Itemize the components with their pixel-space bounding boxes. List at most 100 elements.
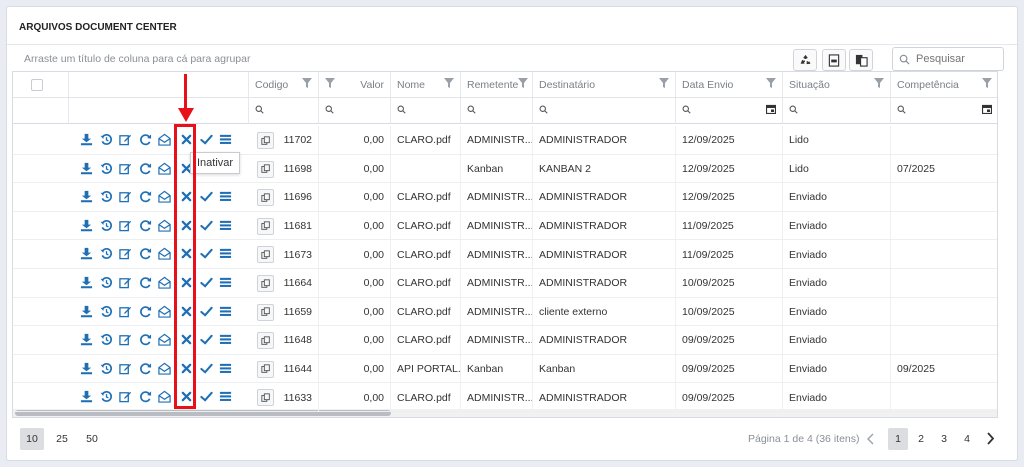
filter-valor[interactable] (319, 98, 391, 124)
edit-icon[interactable] (119, 305, 132, 318)
email-open-icon[interactable] (158, 362, 171, 375)
download-icon[interactable] (80, 305, 93, 318)
download-icon[interactable] (80, 190, 93, 203)
filter-funnel-icon[interactable] (325, 78, 335, 91)
page-size-10[interactable]: 10 (20, 428, 44, 450)
page-3-button[interactable]: 3 (934, 428, 954, 450)
history-icon[interactable] (100, 133, 113, 146)
download-icon[interactable] (80, 362, 93, 375)
refresh-icon[interactable] (139, 305, 152, 318)
table-row[interactable]: 11633 0,00 CLARO.pdf ADMINISTR... ADMINISTRA… (13, 383, 997, 412)
list-icon[interactable] (219, 190, 232, 203)
check-icon[interactable] (200, 333, 213, 346)
edit-icon[interactable] (119, 247, 132, 260)
download-icon[interactable] (80, 247, 93, 260)
email-open-icon[interactable] (158, 133, 171, 146)
filter-data-envio[interactable] (676, 98, 783, 124)
check-icon[interactable] (200, 276, 213, 289)
list-icon[interactable] (219, 333, 232, 346)
filter-funnel-icon[interactable] (444, 78, 454, 91)
header-destinatario[interactable]: Destinatário (533, 72, 676, 98)
filter-competencia[interactable] (891, 98, 997, 124)
header-data-envio[interactable]: Data Envio (676, 72, 783, 98)
filter-destinatario[interactable] (533, 98, 676, 124)
history-icon[interactable] (100, 190, 113, 203)
page-4-button[interactable]: 4 (957, 428, 977, 450)
chevron-right-icon[interactable] (985, 432, 995, 445)
edit-icon[interactable] (119, 333, 132, 346)
refresh-icon[interactable] (139, 247, 152, 260)
header-remetente[interactable]: Remetente (461, 72, 533, 98)
recycle-button[interactable] (793, 49, 817, 71)
check-icon[interactable] (200, 190, 213, 203)
table-row[interactable]: 11664 0,00 CLARO.pdf ADMINISTR... ADMINISTRA… (13, 269, 997, 298)
list-icon[interactable] (219, 276, 232, 289)
refresh-icon[interactable] (139, 276, 152, 289)
email-open-icon[interactable] (158, 190, 171, 203)
check-icon[interactable] (200, 390, 213, 403)
calendar-icon[interactable] (981, 104, 993, 117)
history-icon[interactable] (100, 276, 113, 289)
email-open-icon[interactable] (158, 305, 171, 318)
email-open-icon[interactable] (158, 333, 171, 346)
filter-codigo[interactable] (249, 98, 319, 124)
header-actions[interactable] (69, 72, 249, 98)
select-all-checkbox[interactable] (31, 78, 43, 91)
refresh-icon[interactable] (139, 219, 152, 232)
header-nome[interactable]: Nome (391, 72, 461, 98)
filter-funnel-icon[interactable] (874, 78, 884, 91)
email-open-icon[interactable] (158, 162, 171, 175)
history-icon[interactable] (100, 362, 113, 375)
table-row[interactable]: 11698 0,00 Kanban KANBAN 2 12/09/2025 Lido 07/… (13, 154, 997, 184)
chevron-left-icon[interactable] (866, 433, 876, 445)
table-row[interactable]: 11673 0,00 CLARO.pdf ADMINISTR... ADMINISTRA… (13, 240, 997, 269)
list-icon[interactable] (219, 219, 232, 232)
table-row[interactable]: 11681 0,00 CLARO.pdf ADMINISTR... ADMINISTRA… (13, 211, 997, 241)
table-row[interactable]: 11702 0,00 CLARO.pdf ADMINISTR... ADMINISTRA… (13, 126, 997, 155)
header-competencia[interactable]: Competência (891, 72, 997, 98)
edit-icon[interactable] (119, 390, 132, 403)
refresh-icon[interactable] (139, 333, 152, 346)
email-open-icon[interactable] (158, 276, 171, 289)
download-icon[interactable] (80, 133, 93, 146)
refresh-icon[interactable] (139, 162, 152, 175)
header-valor[interactable]: Valor (319, 72, 391, 98)
list-icon[interactable] (219, 305, 232, 318)
refresh-icon[interactable] (139, 133, 152, 146)
edit-icon[interactable] (119, 190, 132, 203)
check-icon[interactable] (200, 305, 213, 318)
check-icon[interactable] (200, 133, 213, 146)
list-icon[interactable] (219, 247, 232, 260)
history-icon[interactable] (100, 333, 113, 346)
filter-funnel-icon[interactable] (659, 78, 669, 91)
header-codigo[interactable]: Codigo (249, 72, 319, 98)
header-situacao[interactable]: Situação (783, 72, 891, 98)
history-icon[interactable] (100, 162, 113, 175)
download-icon[interactable] (80, 333, 93, 346)
column-chooser-button[interactable] (849, 49, 873, 71)
page-1-button[interactable]: 1 (888, 428, 908, 450)
filter-funnel-icon[interactable] (518, 78, 529, 91)
filter-funnel-icon[interactable] (302, 78, 312, 91)
header-select[interactable] (13, 72, 69, 98)
table-row[interactable]: 11696 0,00 CLARO.pdf ADMINISTR... ADMINISTRA… (13, 183, 997, 212)
check-icon[interactable] (200, 362, 213, 375)
edit-icon[interactable] (119, 219, 132, 232)
history-icon[interactable] (100, 305, 113, 318)
history-icon[interactable] (100, 390, 113, 403)
download-icon[interactable] (80, 162, 93, 175)
list-icon[interactable] (219, 133, 232, 146)
search-field[interactable] (892, 47, 1004, 71)
email-open-icon[interactable] (158, 247, 171, 261)
filter-funnel-icon[interactable] (982, 78, 992, 91)
list-icon[interactable] (219, 390, 232, 403)
email-open-icon[interactable] (158, 390, 171, 404)
edit-icon[interactable] (119, 276, 132, 289)
edit-icon[interactable] (119, 133, 132, 146)
filter-situacao[interactable] (783, 98, 891, 124)
edit-icon[interactable] (119, 362, 132, 375)
check-icon[interactable] (200, 247, 213, 260)
table-row[interactable]: 11648 0,00 CLARO.pdf ADMINISTR... ADMINISTRA… (13, 326, 997, 355)
filter-funnel-icon[interactable] (766, 78, 776, 91)
filter-remetente[interactable] (461, 98, 533, 124)
